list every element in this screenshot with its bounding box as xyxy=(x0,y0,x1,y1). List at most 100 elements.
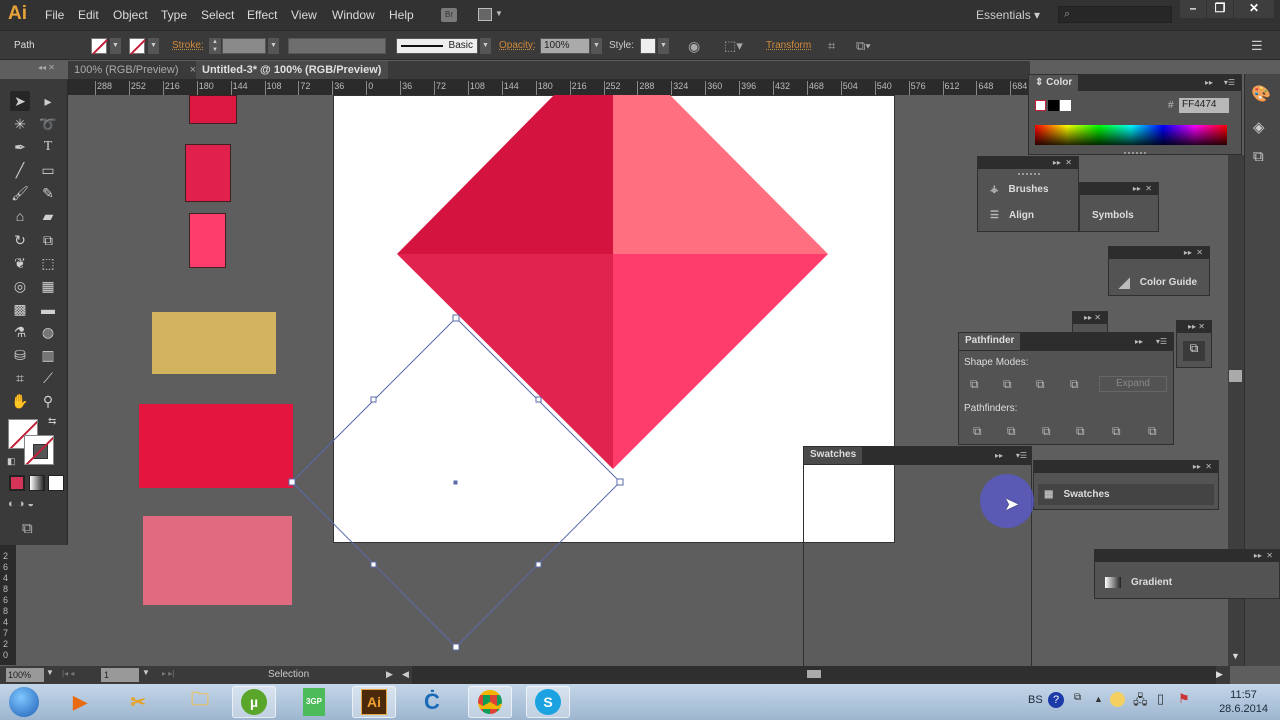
gradient-mode-button[interactable] xyxy=(29,475,45,491)
start-button[interactable] xyxy=(4,686,44,718)
midpoint-handle[interactable] xyxy=(535,561,542,568)
merge-icon[interactable]: ⧉ xyxy=(1042,424,1051,439)
zoom-tool-icon[interactable]: ⚲ xyxy=(38,391,58,411)
artboards-icon[interactable]: ⧉ xyxy=(1253,148,1264,165)
panel-menu-icon[interactable]: ▾☰ xyxy=(1224,77,1235,89)
close-icon[interactable]: ✕ xyxy=(1196,248,1203,257)
brush-definition[interactable]: Basic xyxy=(396,38,478,54)
align-panel-button[interactable]: ☰ Align xyxy=(990,210,1034,221)
arrange-documents-icon[interactable] xyxy=(478,8,492,21)
taskbar-explorer[interactable]: 🗀 xyxy=(178,686,222,718)
crop-icon[interactable]: ⧉ xyxy=(1076,424,1085,439)
taskbar-media-player[interactable]: ▶ xyxy=(58,686,102,718)
panel-grip[interactable] xyxy=(1018,173,1040,176)
scale-tool-icon[interactable]: ⧉ xyxy=(38,230,58,250)
rectangle-tool-icon[interactable]: ▭ xyxy=(38,160,58,180)
selection-tool-icon[interactable]: ➤ xyxy=(10,91,30,111)
language-indicator[interactable]: BS xyxy=(1028,694,1043,706)
direct-selection-tool-icon[interactable]: ▸ xyxy=(38,91,58,111)
align-to-selection-icon[interactable]: ⬚▾ xyxy=(724,38,743,54)
workspace-switcher[interactable]: Essentials ▾ xyxy=(976,8,1040,22)
system-clock[interactable]: 11:57 28.6.2014 xyxy=(1219,688,1268,716)
swatches-tab[interactable]: Swatches xyxy=(804,447,863,464)
scrollbar-thumb[interactable] xyxy=(807,670,821,678)
gold-rectangle[interactable] xyxy=(152,312,276,374)
none-swatch[interactable] xyxy=(1035,100,1046,111)
artboard-dropdown[interactable]: ▼ xyxy=(142,668,150,677)
anchor-handle[interactable] xyxy=(452,643,460,651)
help-search-input[interactable]: ⌕ xyxy=(1058,6,1172,23)
perspective-grid-tool-icon[interactable]: ▦ xyxy=(38,276,58,296)
collapse-icon[interactable]: ▸▸ xyxy=(1053,158,1061,167)
collapse-icon[interactable]: ▸▸ xyxy=(1184,248,1192,257)
first-artboard-button[interactable]: |◂ ◂ xyxy=(62,669,74,678)
type-tool-icon[interactable]: T xyxy=(38,137,58,157)
close-button[interactable]: ✕ xyxy=(1234,0,1274,18)
status-menu-arrow[interactable]: ▶ xyxy=(386,669,393,680)
pink-rectangle[interactable] xyxy=(189,213,226,268)
collapse-icon[interactable]: ▸▸ xyxy=(1254,551,1262,560)
stroke-weight-dropdown[interactable]: ▼ xyxy=(268,38,279,54)
taskbar-3gp-converter[interactable]: 3GP xyxy=(292,686,336,718)
opacity-label[interactable]: Opacity: xyxy=(499,40,536,51)
lasso-tool-icon[interactable]: ➰ xyxy=(38,114,58,134)
close-icon[interactable]: ✕ xyxy=(1266,551,1273,560)
blob-brush-tool-icon[interactable]: ⌂ xyxy=(10,206,30,226)
stroke-color-dropdown[interactable]: ▼ xyxy=(148,38,159,54)
battery-icon[interactable]: ▯ xyxy=(1157,691,1164,707)
collapse-icon[interactable]: ▸▸ xyxy=(995,450,1003,462)
taskbar-tools-app[interactable]: ✂ xyxy=(116,686,160,718)
stroke-label[interactable]: Stroke: xyxy=(172,40,204,51)
black-swatch[interactable] xyxy=(1048,100,1059,111)
brush-dropdown[interactable]: ▼ xyxy=(480,38,491,54)
taskbar-utorrent[interactable]: µ xyxy=(232,686,276,718)
midpoint-handle[interactable] xyxy=(370,561,377,568)
color-guide-panel-button[interactable]: ◢ Color Guide xyxy=(1119,274,1197,291)
close-icon[interactable]: ✕ xyxy=(1065,158,1072,167)
scroll-left-arrow[interactable]: ◀ xyxy=(402,669,409,680)
opacity-field[interactable]: 100% xyxy=(540,38,590,54)
close-icon[interactable]: ✕ xyxy=(1198,322,1205,331)
swatches-panel-button[interactable]: ▦ Swatches xyxy=(1038,484,1214,505)
menu-type[interactable]: Type xyxy=(161,8,187,22)
scroll-right-arrow[interactable]: ▶ xyxy=(1216,669,1223,680)
panel-menu-icon[interactable]: ▾☰ xyxy=(1156,336,1167,348)
brushes-panel-button[interactable]: ⚶ Brushes xyxy=(990,184,1049,195)
color-panel-tab[interactable]: ⇕ Color xyxy=(1029,75,1079,92)
document-tab[interactable]: 100% (RGB/Preview) × xyxy=(68,61,202,79)
fill-color-swatch[interactable] xyxy=(91,38,107,54)
stroke-swatch[interactable] xyxy=(24,435,54,465)
panel-resize-grip[interactable] xyxy=(1124,152,1146,155)
divide-icon[interactable]: ⧉ xyxy=(973,424,982,439)
red-rectangle[interactable] xyxy=(189,95,237,124)
gradient-panel-button[interactable]: Gradient xyxy=(1105,577,1172,588)
layers-icon[interactable]: ◈ xyxy=(1253,118,1265,136)
minus-front-icon[interactable]: ⧉ xyxy=(1003,377,1012,392)
menu-view[interactable]: View xyxy=(291,8,317,22)
collapse-icon[interactable]: ▸▸ xyxy=(1188,322,1196,331)
action-center-flag-icon[interactable]: ⚑ xyxy=(1178,691,1190,707)
taskbar-illustrator[interactable]: Ai xyxy=(352,686,396,718)
artboard-number-field[interactable]: 1 xyxy=(101,668,139,682)
bridge-icon[interactable]: Br xyxy=(441,8,457,22)
symbol-sprayer-tool-icon[interactable]: ⛁ xyxy=(10,345,30,365)
white-swatch[interactable] xyxy=(1060,100,1071,111)
control-panel-menu-icon[interactable]: ☰ xyxy=(1251,38,1263,54)
none-mode-button[interactable] xyxy=(48,475,64,491)
next-artboard-button[interactable]: ▸ ▸| xyxy=(162,669,174,678)
gradient-tool-icon[interactable]: ▬ xyxy=(38,299,58,319)
select-similar-icon[interactable]: ⧉▾ xyxy=(856,38,871,54)
mesh-tool-icon[interactable]: ▩ xyxy=(10,299,30,319)
free-transform-tool-icon[interactable]: ⬚ xyxy=(38,253,58,273)
eraser-tool-icon[interactable]: ▰ xyxy=(38,206,58,226)
trim-icon[interactable]: ⧉ xyxy=(1007,424,1016,439)
collapse-icon[interactable]: ▸▸ xyxy=(1193,462,1201,471)
pen-tool-icon[interactable]: ✒ xyxy=(10,137,30,157)
vertical-ruler[interactable]: 2648684720 xyxy=(0,545,16,665)
document-tab-active[interactable]: Untitled-3* @ 100% (RGB/Preview) × xyxy=(196,61,388,94)
transform-link[interactable]: Transform xyxy=(766,40,811,51)
collapse-icon[interactable]: ▸▸ xyxy=(1135,336,1143,348)
blend-tool-icon[interactable]: ◍ xyxy=(38,322,58,342)
menu-file[interactable]: File xyxy=(45,8,64,22)
tray-app-icon[interactable] xyxy=(1110,692,1125,707)
